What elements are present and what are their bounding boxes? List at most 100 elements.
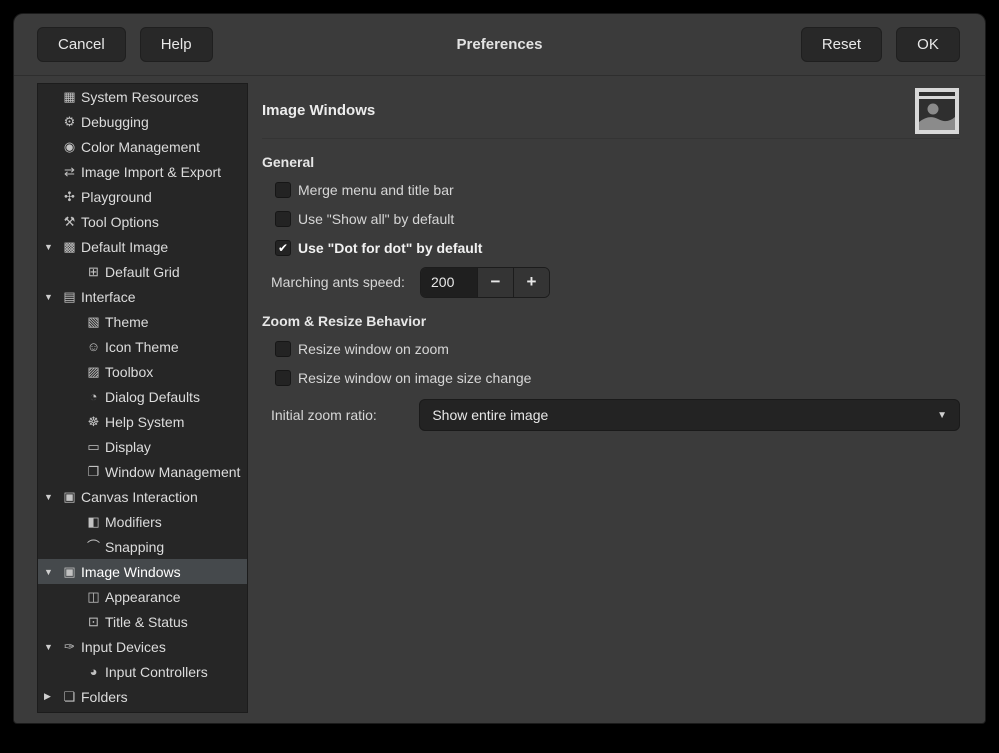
toolbox-icon: ▨	[85, 365, 102, 378]
default-image-icon: ▩	[61, 240, 78, 253]
window-management-icon: ❐	[85, 465, 102, 478]
icon-theme-icon: ☺	[85, 340, 102, 353]
checkbox-label: Resize window on image size change	[298, 370, 531, 386]
sidebar-item-window-management[interactable]: ❐Window Management	[38, 459, 247, 484]
expander-expanded-icon[interactable]: ▼	[44, 567, 61, 577]
sidebar-item-label: Playground	[80, 189, 152, 205]
section-heading-general: General	[262, 154, 960, 170]
sidebar-item-label: Help System	[104, 414, 184, 430]
expander-expanded-icon[interactable]: ▼	[44, 242, 61, 252]
playground-icon: ✣	[61, 190, 78, 203]
debugging-icon: ⚙	[61, 115, 78, 128]
canvas-interaction-icon: ▣	[61, 490, 78, 503]
modifiers-icon: ◧	[85, 515, 102, 528]
sidebar-item-label: Default Grid	[104, 264, 180, 280]
sidebar-item-label: Canvas Interaction	[80, 489, 198, 505]
checkbox-row-use-show-all-by-default[interactable]: Use "Show all" by default	[275, 204, 960, 233]
sidebar-item-label: Image Import & Export	[80, 164, 221, 180]
checkbox-unchecked[interactable]	[275, 370, 291, 386]
sidebar-item-image-windows[interactable]: ▼▣Image Windows	[38, 559, 247, 584]
sidebar-item-modifiers[interactable]: ◧Modifiers	[38, 509, 247, 534]
sidebar-item-title-status[interactable]: ⊡Title & Status	[38, 609, 247, 634]
dropdown-selected-value: Show entire image	[432, 407, 937, 423]
general-checkbox-list: Merge menu and title bar Use "Show all" b…	[262, 175, 960, 262]
folders-icon: ❏	[61, 690, 78, 703]
checkbox-row-resize-window-on-zoom[interactable]: Resize window on zoom	[275, 334, 960, 363]
sidebar-item-label: Theme	[104, 314, 149, 330]
sidebar-item-label: Folders	[80, 689, 128, 705]
cancel-button[interactable]: Cancel	[37, 27, 126, 62]
sidebar-item-label: Toolbox	[104, 364, 153, 380]
sidebar-item-label: Input Devices	[80, 639, 166, 655]
sidebar-item-icon-theme[interactable]: ☺Icon Theme	[38, 334, 247, 359]
ok-button[interactable]: OK	[896, 27, 960, 62]
checkbox-unchecked[interactable]	[275, 182, 291, 198]
sidebar-item-input-controllers[interactable]: ◕Input Controllers	[38, 659, 247, 684]
sidebar-item-label: Default Image	[80, 239, 168, 255]
sidebar-item-interface[interactable]: ▼▤Interface	[38, 284, 247, 309]
preferences-dialog: Cancel Help Preferences Reset OK ▦System…	[14, 14, 985, 723]
sidebar-item-label: Color Management	[80, 139, 200, 155]
sidebar-item-debugging[interactable]: ⚙Debugging	[38, 109, 247, 134]
checkbox-row-resize-window-on-image-size-change[interactable]: Resize window on image size change	[275, 363, 960, 392]
snapping-icon: ⌒	[85, 540, 102, 553]
sidebar-item-label: Display	[104, 439, 151, 455]
sidebar-item-default-grid[interactable]: ⊞Default Grid	[38, 259, 247, 284]
expander-collapsed-icon[interactable]: ▶	[44, 691, 61, 702]
spin-decrease-button[interactable]: −	[477, 268, 513, 297]
sidebar-item-display[interactable]: ▭Display	[38, 434, 247, 459]
sidebar-item-tool-options[interactable]: ⚒Tool Options	[38, 209, 247, 234]
image-windows-icon: ▣	[61, 565, 78, 578]
checkbox-row-use-dot-for-dot-by-default[interactable]: ✔ Use "Dot for dot" by default	[275, 233, 960, 262]
sidebar-item-system-resources[interactable]: ▦System Resources	[38, 84, 247, 109]
marching-ants-row: Marching ants speed: 200 − +	[271, 266, 960, 298]
zoom-resize-checkbox-list: Resize window on zoom Resize window on im…	[262, 334, 960, 392]
sidebar-item-snapping[interactable]: ⌒Snapping	[38, 534, 247, 559]
sidebar-item-label: Appearance	[104, 589, 181, 605]
sidebar-item-label: Input Controllers	[104, 664, 208, 680]
sidebar-item-label: Title & Status	[104, 614, 188, 630]
sidebar-item-dialog-defaults[interactable]: ◔Dialog Defaults	[38, 384, 247, 409]
checkbox-row-merge-menu-and-title-bar[interactable]: Merge menu and title bar	[275, 175, 960, 204]
initial-zoom-ratio-dropdown[interactable]: Show entire image ▼	[419, 399, 960, 431]
sidebar-item-default-image[interactable]: ▼▩Default Image	[38, 234, 247, 259]
theme-icon: ▧	[85, 315, 102, 328]
sidebar-item-label: Image Windows	[80, 564, 181, 580]
tool-options-icon: ⚒	[61, 215, 78, 228]
image-import-export-icon: ⇄	[61, 165, 78, 178]
help-button[interactable]: Help	[140, 27, 213, 62]
checkbox-unchecked[interactable]	[275, 211, 291, 227]
image-windows-panel: Image Windows General Merge menu and tit…	[262, 83, 960, 431]
marching-ants-speed-input[interactable]: 200	[421, 268, 477, 297]
display-icon: ▭	[85, 440, 102, 453]
expander-expanded-icon[interactable]: ▼	[44, 492, 61, 502]
header-bar: Cancel Help Preferences Reset OK	[14, 14, 985, 76]
checkbox-label: Use "Dot for dot" by default	[298, 240, 482, 256]
page-title: Image Windows	[262, 102, 375, 119]
sidebar-item-toolbox[interactable]: ▨Toolbox	[38, 359, 247, 384]
expander-expanded-icon[interactable]: ▼	[44, 642, 61, 652]
checkbox-checked[interactable]: ✔	[275, 240, 291, 256]
spin-increase-button[interactable]: +	[513, 268, 549, 297]
sidebar-item-image-import-export[interactable]: ⇄Image Import & Export	[38, 159, 247, 184]
sidebar-item-label: Dialog Defaults	[104, 389, 200, 405]
sidebar-item-canvas-interaction[interactable]: ▼▣Canvas Interaction	[38, 484, 247, 509]
sidebar-item-input-devices[interactable]: ▼✑Input Devices	[38, 634, 247, 659]
sidebar-item-label: Snapping	[104, 539, 164, 555]
sidebar-item-folders[interactable]: ▶❏Folders	[38, 684, 247, 709]
sidebar-item-appearance[interactable]: ◫Appearance	[38, 584, 247, 609]
system-resources-icon: ▦	[61, 90, 78, 103]
marching-ants-spinner: 200 − +	[420, 267, 550, 298]
sidebar-item-label: Tool Options	[80, 214, 159, 230]
sidebar-item-color-management[interactable]: ◉Color Management	[38, 134, 247, 159]
sidebar-item-help-system[interactable]: ☸Help System	[38, 409, 247, 434]
initial-zoom-label: Initial zoom ratio:	[271, 407, 419, 423]
sidebar-item-playground[interactable]: ✣Playground	[38, 184, 247, 209]
checkbox-label: Merge menu and title bar	[298, 182, 454, 198]
reset-button[interactable]: Reset	[801, 27, 882, 62]
marching-ants-label: Marching ants speed:	[271, 274, 420, 290]
expander-expanded-icon[interactable]: ▼	[44, 292, 61, 302]
sidebar-item-theme[interactable]: ▧Theme	[38, 309, 247, 334]
panel-header: Image Windows	[262, 83, 960, 139]
checkbox-unchecked[interactable]	[275, 341, 291, 357]
